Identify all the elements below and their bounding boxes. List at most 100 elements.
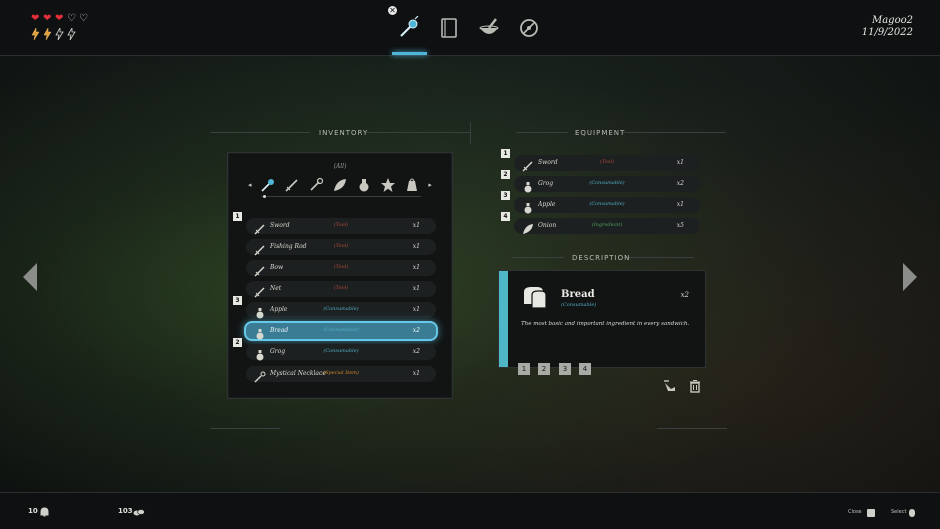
- inventory-item-type: (Tool): [333, 222, 349, 228]
- equipment-item-row[interactable]: Apple (Consumable) x1: [514, 197, 700, 214]
- description-panel: Bread (Consumable) x2 The most basic and…: [498, 270, 706, 368]
- category-filter-label: (All): [333, 163, 347, 170]
- bread-icon: [524, 287, 547, 309]
- slot-number-badge: 3: [233, 296, 242, 305]
- frame-line: [210, 428, 280, 429]
- frame-line: [622, 132, 726, 133]
- category-bar: ◂ ▸: [248, 175, 432, 195]
- menu-tabs: [388, 8, 548, 56]
- frame-line: [512, 257, 564, 258]
- description-text: The most basic and important ingredient …: [521, 321, 690, 327]
- select-mouse-icon[interactable]: [909, 509, 915, 517]
- category-bags-icon[interactable]: [404, 177, 420, 193]
- frame-line: [624, 257, 694, 258]
- category-ingredients-leaf-icon[interactable]: [332, 177, 348, 193]
- equipment-item-qty: x2: [676, 180, 684, 187]
- inventory-item-qty: x1: [412, 264, 420, 271]
- inventory-item-qty: x1: [412, 243, 420, 250]
- equipment-item-type: (Consumable): [589, 180, 625, 186]
- health-hearts: ❤ ❤ ❤ ♡ ♡: [31, 14, 89, 24]
- equipment-item-qty: x1: [676, 201, 684, 208]
- inventory-item-qty: x1: [412, 285, 420, 292]
- tab-crafting-mortar-pestle-icon[interactable]: [477, 16, 501, 40]
- category-weapons-icon[interactable]: [284, 177, 300, 193]
- slot-number-badge: 4: [501, 212, 510, 221]
- next-page-arrow-icon[interactable]: [903, 263, 917, 291]
- equipment-item-type: (Consumable): [589, 201, 625, 207]
- slot-number-badge: 1: [233, 212, 242, 221]
- inventory-item-row[interactable]: Bread (Consumable) x2: [244, 321, 438, 341]
- frame-line: [470, 122, 471, 144]
- category-consumables-potion-icon[interactable]: [356, 177, 372, 193]
- inventory-item-row[interactable]: Sword (Tool) x1: [246, 218, 436, 235]
- inventory-item-type: (Tool): [333, 264, 349, 270]
- hotkey-2-button[interactable]: 2: [538, 363, 550, 375]
- slot-number-badge: 1: [501, 149, 510, 158]
- inventory-item-qty: x1: [412, 370, 420, 377]
- coin-count: 103: [118, 507, 133, 515]
- equipment-item-row[interactable]: Onion (Ingredient) x5: [514, 218, 700, 234]
- coins-icon: [133, 509, 145, 516]
- frame-line: [516, 132, 568, 133]
- slot-number-badge: 2: [501, 170, 510, 179]
- description-accent-bar: [499, 271, 508, 367]
- close-key-icon[interactable]: [867, 509, 875, 517]
- inventory-item-qty: x1: [412, 222, 420, 229]
- equipment-item-type: (Ingredient): [591, 222, 623, 228]
- category-next-arrow-icon[interactable]: ▸: [428, 181, 432, 189]
- description-item-type: (Consumable): [561, 302, 597, 308]
- inventory-item-type: (Consumable): [323, 327, 359, 333]
- category-special-star-icon[interactable]: [380, 177, 396, 193]
- inventory-item-type: (Consumable): [323, 306, 359, 312]
- inventory-item-row[interactable]: Net (Tool) x1: [246, 281, 436, 298]
- inventory-item-qty: x2: [412, 327, 420, 334]
- description-item-name: Bread: [561, 289, 595, 300]
- select-hint-label: Select: [891, 509, 907, 515]
- inventory-item-qty: x1: [412, 306, 420, 313]
- frame-line: [657, 428, 727, 429]
- inventory-title: INVENTORY: [319, 129, 369, 137]
- inventory-item-type: (Consumable): [323, 348, 359, 354]
- inventory-item-row[interactable]: Bow (Tool) x1: [246, 260, 436, 277]
- category-all-icon[interactable]: [260, 177, 276, 193]
- inventory-item-type: (Special Item): [323, 370, 359, 376]
- energy-full-icon: [43, 28, 52, 40]
- trash-icon[interactable]: [688, 379, 702, 393]
- game-date: 11/9/2022: [861, 27, 913, 38]
- category-scroll-track: [261, 196, 421, 197]
- energy-empty-icon: [67, 28, 76, 40]
- inventory-item-row[interactable]: Mystical Necklace (Special Item) x1: [246, 366, 436, 383]
- hotkey-1-button[interactable]: 1: [518, 363, 530, 375]
- player-info: Magoo2 11/9/2022: [862, 15, 913, 39]
- equipment-item-qty: x5: [676, 222, 684, 229]
- description-title: DESCRIPTION: [572, 254, 631, 262]
- player-name: Magoo2: [871, 15, 913, 26]
- heart-full-icon: ❤: [43, 13, 52, 24]
- inventory-item-row[interactable]: Grog (Consumable) x2: [246, 344, 436, 361]
- inventory-item-qty: x2: [412, 348, 420, 355]
- equipment-item-row[interactable]: Grog (Consumable) x2: [514, 176, 700, 193]
- hotkey-4-button[interactable]: 4: [579, 363, 591, 375]
- active-tab-indicator: [392, 52, 427, 55]
- energy-full-icon: [31, 28, 40, 40]
- frame-line: [366, 132, 470, 133]
- hotkey-3-button[interactable]: 3: [559, 363, 571, 375]
- previous-page-arrow-icon[interactable]: [23, 263, 37, 291]
- description-item-qty: x2: [680, 291, 689, 299]
- tab-journal-book-icon[interactable]: [437, 16, 461, 40]
- equipment-item-row[interactable]: Sword (Tool) x1: [514, 155, 700, 172]
- category-tools-icon[interactable]: [308, 177, 324, 193]
- tab-inventory-potion-wand-icon[interactable]: [397, 16, 421, 40]
- heart-full-icon: ❤: [55, 13, 64, 24]
- heart-empty-icon: ♡: [67, 13, 76, 24]
- inventory-item-row[interactable]: Apple (Consumable) x1: [246, 302, 436, 319]
- inventory-item-type: (Tool): [333, 243, 349, 249]
- category-prev-arrow-icon[interactable]: ◂: [248, 181, 252, 189]
- inventory-item-row[interactable]: Fishing Rod (Tool) x1: [246, 239, 436, 256]
- slot-number-badge: 3: [501, 191, 510, 200]
- equipment-item-qty: x1: [676, 159, 684, 166]
- drop-hand-icon[interactable]: [663, 379, 677, 393]
- energy-empty-icon: [55, 28, 64, 40]
- heart-full-icon: ❤: [31, 13, 40, 24]
- tab-settings-compass-icon[interactable]: [517, 16, 541, 40]
